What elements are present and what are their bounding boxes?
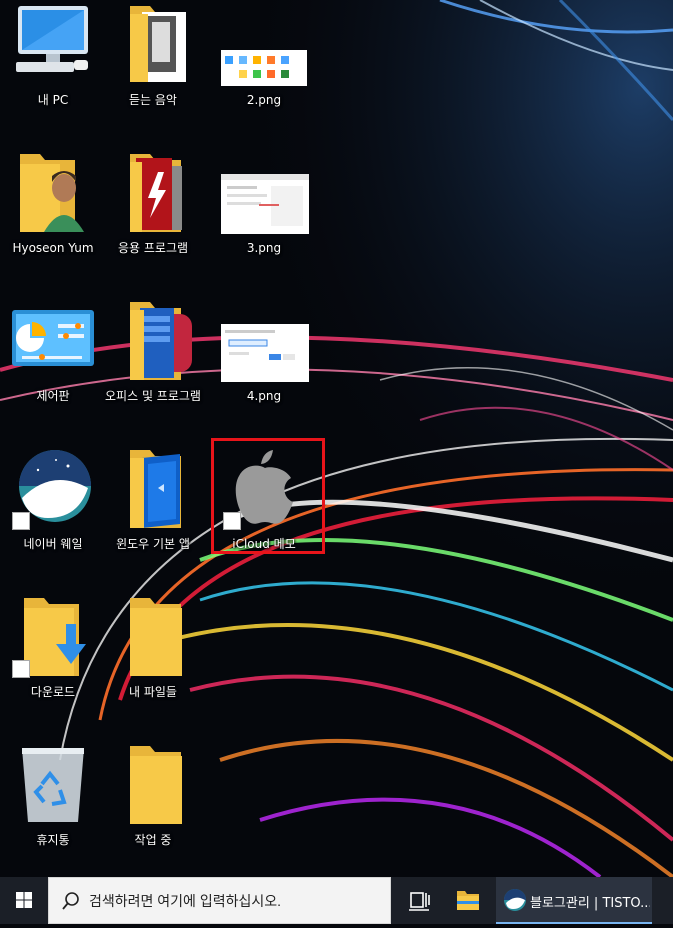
desktop-icon-control-panel[interactable]: 제어판 xyxy=(5,296,101,436)
image-file-icon xyxy=(221,174,309,234)
shortcut-arrow-icon xyxy=(12,660,30,678)
folder-icon xyxy=(130,6,186,82)
desktop-icon-hyoseon-yum[interactable]: Hyoseon Yum xyxy=(5,148,101,288)
user-folder-icon xyxy=(20,154,84,232)
icon-label: 다운로드 xyxy=(30,685,76,699)
desktop-icon-music-folder[interactable]: 듣는 음악 xyxy=(105,0,201,140)
file-explorer-icon xyxy=(457,891,479,910)
desktop-icon-windows-apps-folder[interactable]: 윈도우 기본 앱 xyxy=(105,444,201,584)
taskbar: 검색하려면 여기에 입력하십시오. 블로그관리 | TISTO... xyxy=(0,877,673,924)
image-file-icon xyxy=(221,324,309,382)
desktop-icon-3-png[interactable]: 3.png xyxy=(216,148,312,288)
folder-icon xyxy=(130,598,182,676)
desktop-icon-2-png[interactable]: 2.png xyxy=(216,0,312,140)
icon-label: Hyoseon Yum xyxy=(12,241,94,255)
icon-label: 휴지통 xyxy=(36,833,70,847)
folder-icon xyxy=(130,450,181,528)
highlight-box xyxy=(211,438,325,554)
desktop-icon-my-files-folder[interactable]: 내 파일들 xyxy=(105,592,201,732)
icon-label: 네이버 웨일 xyxy=(23,537,83,551)
search-icon xyxy=(62,892,79,910)
image-file-icon xyxy=(221,50,307,86)
icon-label: 제어판 xyxy=(36,389,70,403)
windows-logo-icon xyxy=(16,892,32,908)
computer-icon xyxy=(16,6,88,72)
file-explorer-button[interactable] xyxy=(446,877,490,924)
icon-label: 작업 중 xyxy=(134,833,172,847)
folder-icon xyxy=(130,302,192,380)
icon-label: 응용 프로그램 xyxy=(117,241,189,255)
icon-label: 윈도우 기본 앱 xyxy=(116,537,190,551)
desktop-icon-work-in-progress-folder[interactable]: 작업 중 xyxy=(105,740,201,880)
folder-icon xyxy=(130,746,182,824)
naver-whale-icon xyxy=(504,889,526,911)
desktop-icon-office-folder[interactable]: 오피스 및 프로그램 xyxy=(105,296,201,436)
start-button[interactable] xyxy=(0,877,48,924)
folder-icon xyxy=(130,154,182,232)
shortcut-arrow-icon xyxy=(12,512,30,530)
taskbar-search-box[interactable]: 검색하려면 여기에 입력하십시오. xyxy=(48,877,391,924)
task-view-button[interactable] xyxy=(398,877,442,924)
desktop-icon-recycle-bin[interactable]: 휴지통 xyxy=(5,740,101,880)
desktop-icon-my-pc[interactable]: 내 PC xyxy=(5,0,101,140)
icon-label: 내 PC xyxy=(37,93,69,107)
search-placeholder: 검색하려면 여기에 입력하십시오. xyxy=(89,893,281,909)
icon-label: 3.png xyxy=(246,241,282,255)
taskbar-app-blog-manager[interactable]: 블로그관리 | TISTO... xyxy=(496,877,652,924)
icon-label: 듣는 음악 xyxy=(129,93,177,107)
desktop-icon-downloads[interactable]: 다운로드 xyxy=(5,592,101,732)
desktop-icon-applications-folder[interactable]: 응용 프로그램 xyxy=(105,148,201,288)
icon-label: 2.png xyxy=(246,93,282,107)
icon-label: 내 파일들 xyxy=(129,685,177,699)
task-view-icon xyxy=(409,892,430,911)
desktop-icon-naver-whale[interactable]: 네이버 웨일 xyxy=(5,444,101,584)
icon-label: 4.png xyxy=(246,389,282,403)
icon-label: 오피스 및 프로그램 xyxy=(105,389,201,403)
recycle-bin-icon xyxy=(22,748,84,822)
desktop-icon-4-png[interactable]: 4.png xyxy=(216,296,312,436)
taskbar-app-label: 블로그관리 | TISTO... xyxy=(530,896,650,911)
control-panel-icon xyxy=(12,310,94,366)
